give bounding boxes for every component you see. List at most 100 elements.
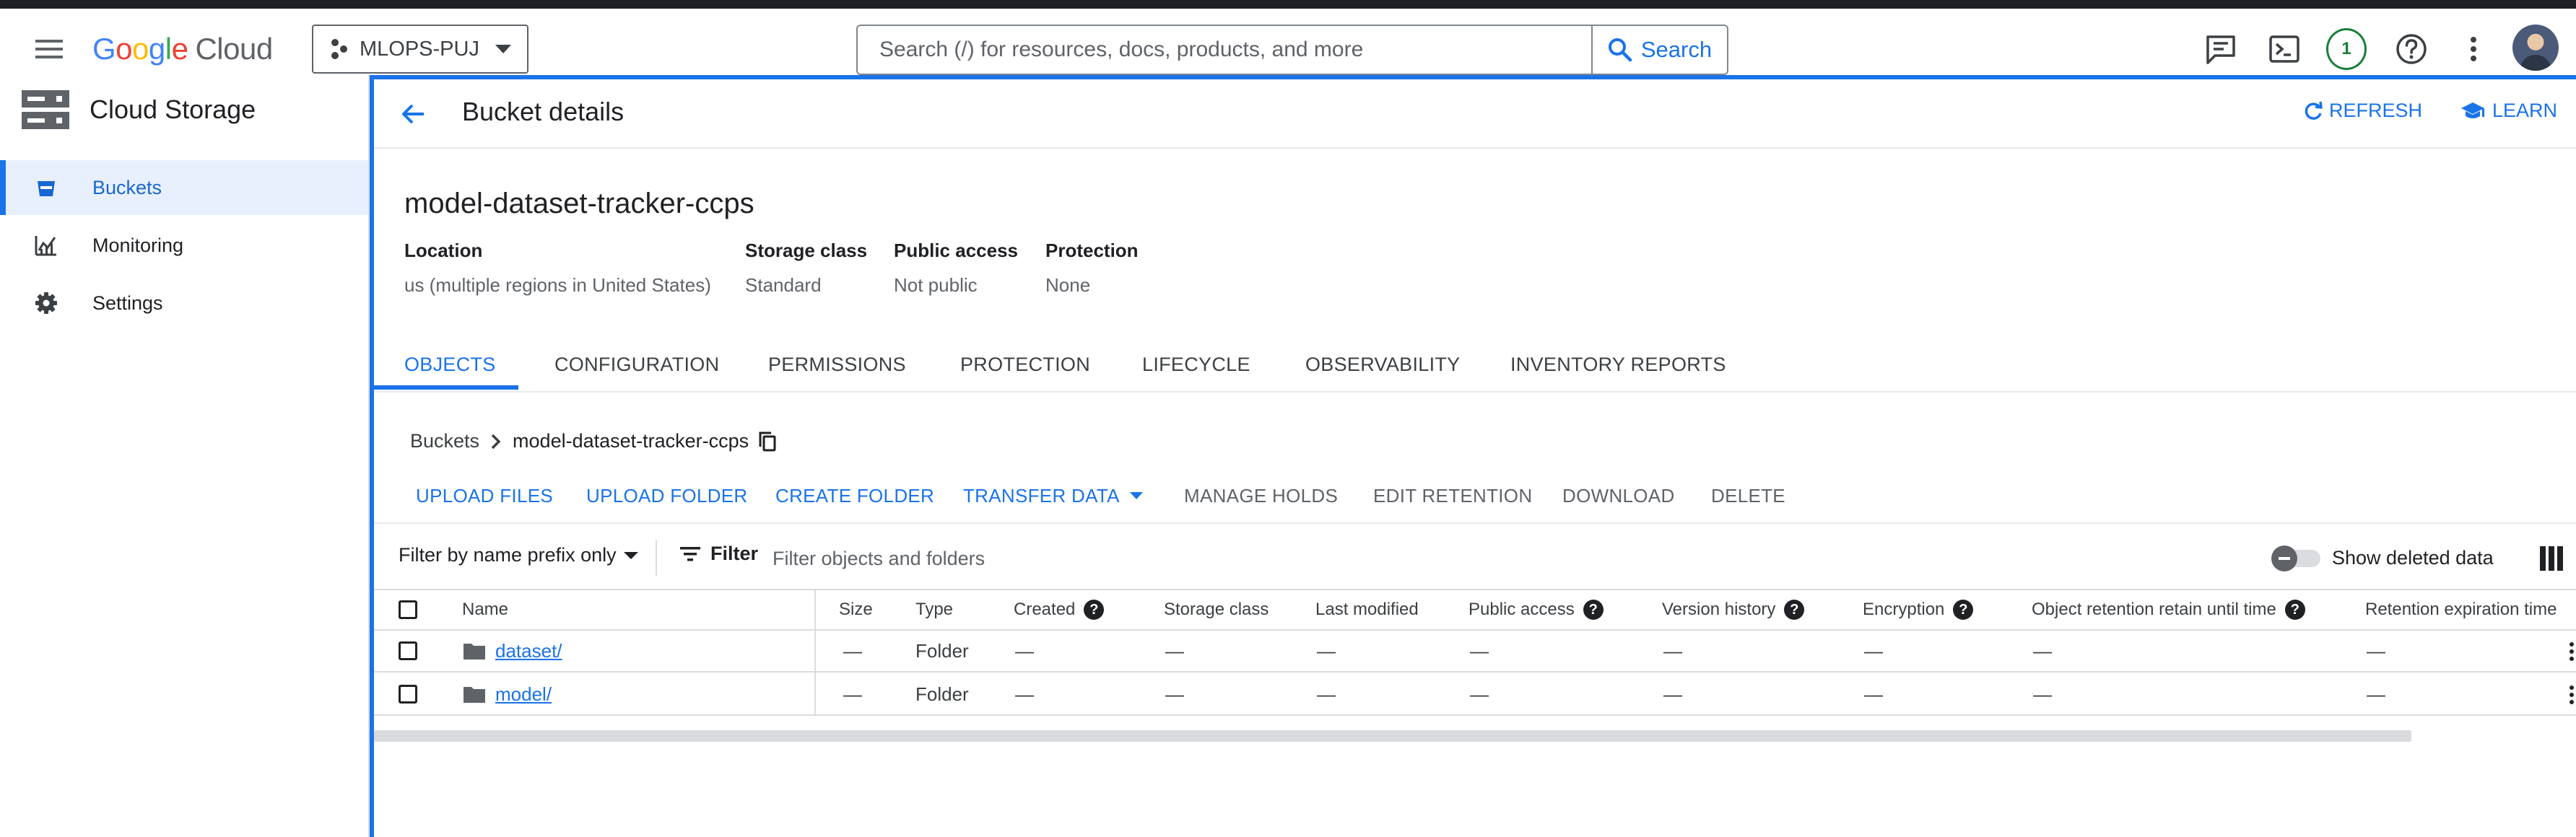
table-row[interactable]: model/ — Folder — — — — — — — — — [374, 674, 2576, 716]
row-checkbox[interactable] — [399, 641, 417, 660]
table-row[interactable]: dataset/ — Folder — — — — — — — — — [374, 631, 2576, 672]
logo-google-word: Google — [92, 32, 188, 66]
column-header-type[interactable]: Type — [915, 590, 953, 629]
size-cell: — — [843, 639, 862, 662]
cloud-shell-icon[interactable] — [2264, 29, 2305, 69]
public-access-value: Not public — [894, 274, 978, 296]
manage-holds-button[interactable]: MANAGE HOLDS — [1184, 469, 1338, 522]
filter-button[interactable]: Filter — [680, 543, 758, 565]
sidebar-item-buckets[interactable]: Buckets — [0, 160, 368, 215]
row-more-icon[interactable] — [2569, 684, 2575, 706]
horizontal-scrollbar[interactable] — [374, 730, 2411, 742]
google-cloud-logo[interactable]: Google Cloud — [92, 29, 273, 69]
public-access-cell: — — [1470, 683, 1489, 705]
column-header-object-retention[interactable]: Object retention retain until time ? — [2032, 590, 2305, 629]
tab-lifecycle[interactable]: LIFECYCLE — [1142, 338, 1250, 391]
column-header-created[interactable]: Created ? — [1014, 590, 1105, 629]
tab-configuration[interactable]: CONFIGURATION — [554, 338, 719, 391]
refresh-button[interactable]: REFRESH — [2303, 100, 2422, 122]
filter-button-label: Filter — [710, 543, 759, 564]
breadcrumb-buckets-link[interactable]: Buckets — [410, 430, 479, 452]
page-title: Bucket details — [462, 97, 625, 126]
retain-until-cell: — — [2033, 639, 2052, 662]
column-header-size[interactable]: Size — [839, 590, 873, 629]
folder-icon — [464, 687, 485, 703]
column-header-retention-expiration[interactable]: Retention expiration time — [2365, 590, 2557, 629]
tab-protection[interactable]: PROTECTION — [960, 338, 1090, 391]
search-icon — [1608, 38, 1632, 62]
show-deleted-toggle[interactable] — [2271, 545, 2320, 571]
project-icon — [331, 39, 347, 59]
notifications-badge[interactable]: 1 — [2326, 28, 2367, 70]
chevron-down-icon — [623, 551, 638, 559]
avatar[interactable] — [2512, 25, 2559, 71]
sidebar-item-settings[interactable]: Settings — [0, 276, 368, 330]
row-more-icon[interactable] — [2569, 641, 2575, 662]
help-icon[interactable]: ? — [1953, 600, 1974, 620]
upload-folder-button[interactable]: UPLOAD FOLDER — [586, 469, 748, 522]
breadcrumb: Buckets model-dataset-tracker-ccps — [410, 430, 776, 452]
retention-expiration-cell: — — [2367, 639, 2385, 662]
main-content: Bucket details REFRESH LEARN model-datas… — [370, 75, 2576, 837]
delete-button[interactable]: DELETE — [1711, 469, 1785, 522]
retention-expiration-cell: — — [2367, 683, 2385, 705]
column-header-label: Public access — [1468, 600, 1575, 619]
transfer-data-button[interactable]: TRANSFER DATA — [963, 469, 1143, 522]
search-button[interactable]: Search — [1591, 26, 1727, 74]
type-cell: Folder — [915, 639, 969, 662]
storage-class-value: Standard — [745, 274, 822, 296]
encryption-cell: — — [1864, 639, 1883, 662]
filter-input[interactable] — [771, 538, 1785, 579]
help-icon[interactable]: ? — [2284, 600, 2305, 620]
copy-icon[interactable] — [759, 431, 776, 452]
public-access-cell: — — [1470, 639, 1489, 662]
refresh-label: REFRESH — [2329, 100, 2423, 121]
row-checkbox[interactable] — [399, 685, 417, 704]
last-modified-cell: — — [1317, 639, 1336, 662]
feedback-icon[interactable] — [2201, 29, 2241, 69]
created-cell: — — [1015, 639, 1034, 662]
create-folder-button[interactable]: CREATE FOLDER — [775, 469, 934, 522]
column-header-encryption[interactable]: Encryption ? — [1863, 590, 1974, 629]
column-header-storage-class[interactable]: Storage class — [1164, 590, 1269, 629]
logo-cloud-word: Cloud — [195, 32, 273, 66]
show-deleted-label: Show deleted data — [2332, 547, 2494, 569]
upload-files-button[interactable]: UPLOAD FILES — [416, 469, 553, 522]
search-button-label: Search — [1640, 37, 1713, 62]
edit-retention-button[interactable]: EDIT RETENTION — [1373, 469, 1532, 522]
filter-mode-dropdown[interactable]: Filter by name prefix only — [399, 544, 638, 566]
menu-icon[interactable] — [27, 27, 71, 71]
column-header-version-history[interactable]: Version history ? — [1662, 590, 1805, 629]
object-name-link[interactable]: model/ — [495, 683, 552, 706]
help-icon[interactable]: ? — [1784, 600, 1805, 620]
column-header-public-access[interactable]: Public access ? — [1468, 590, 1604, 629]
product-title: Cloud Storage — [90, 95, 256, 124]
storage-class-cell: — — [1165, 639, 1184, 662]
refresh-icon — [2305, 101, 2323, 120]
select-all-checkbox[interactable] — [399, 600, 417, 619]
column-header-name[interactable]: Name — [462, 590, 508, 629]
help-icon[interactable]: ? — [1084, 600, 1105, 620]
tab-observability[interactable]: OBSERVABILITY — [1305, 338, 1460, 391]
help-icon[interactable] — [2391, 29, 2432, 69]
sidebar-item-label: Settings — [92, 292, 163, 314]
column-header-label: Created — [1014, 600, 1076, 619]
object-name-link[interactable]: dataset/ — [495, 640, 562, 662]
tab-permissions[interactable]: PERMISSIONS — [768, 338, 906, 391]
more-vert-icon[interactable] — [2453, 29, 2494, 69]
learn-button[interactable]: LEARN — [2460, 100, 2557, 122]
encryption-cell: — — [1864, 683, 1883, 705]
sidebar-item-monitoring[interactable]: Monitoring — [0, 218, 368, 273]
cloud-storage-icon — [22, 90, 69, 129]
download-button[interactable]: DOWNLOAD — [1562, 469, 1675, 522]
transfer-data-label: TRANSFER DATA — [963, 484, 1120, 507]
search-input[interactable] — [858, 27, 1591, 72]
column-display-icon[interactable] — [2536, 543, 2567, 574]
project-picker[interactable]: MLOPS-PUJ — [312, 25, 528, 74]
column-header-last-modified[interactable]: Last modified — [1315, 590, 1419, 629]
tab-inventory-reports[interactable]: INVENTORY REPORTS — [1510, 338, 1726, 391]
column-header-label: Encryption — [1863, 600, 1945, 619]
tab-objects[interactable]: OBJECTS — [404, 338, 496, 391]
back-button[interactable] — [393, 94, 433, 134]
help-icon[interactable]: ? — [1583, 600, 1604, 620]
